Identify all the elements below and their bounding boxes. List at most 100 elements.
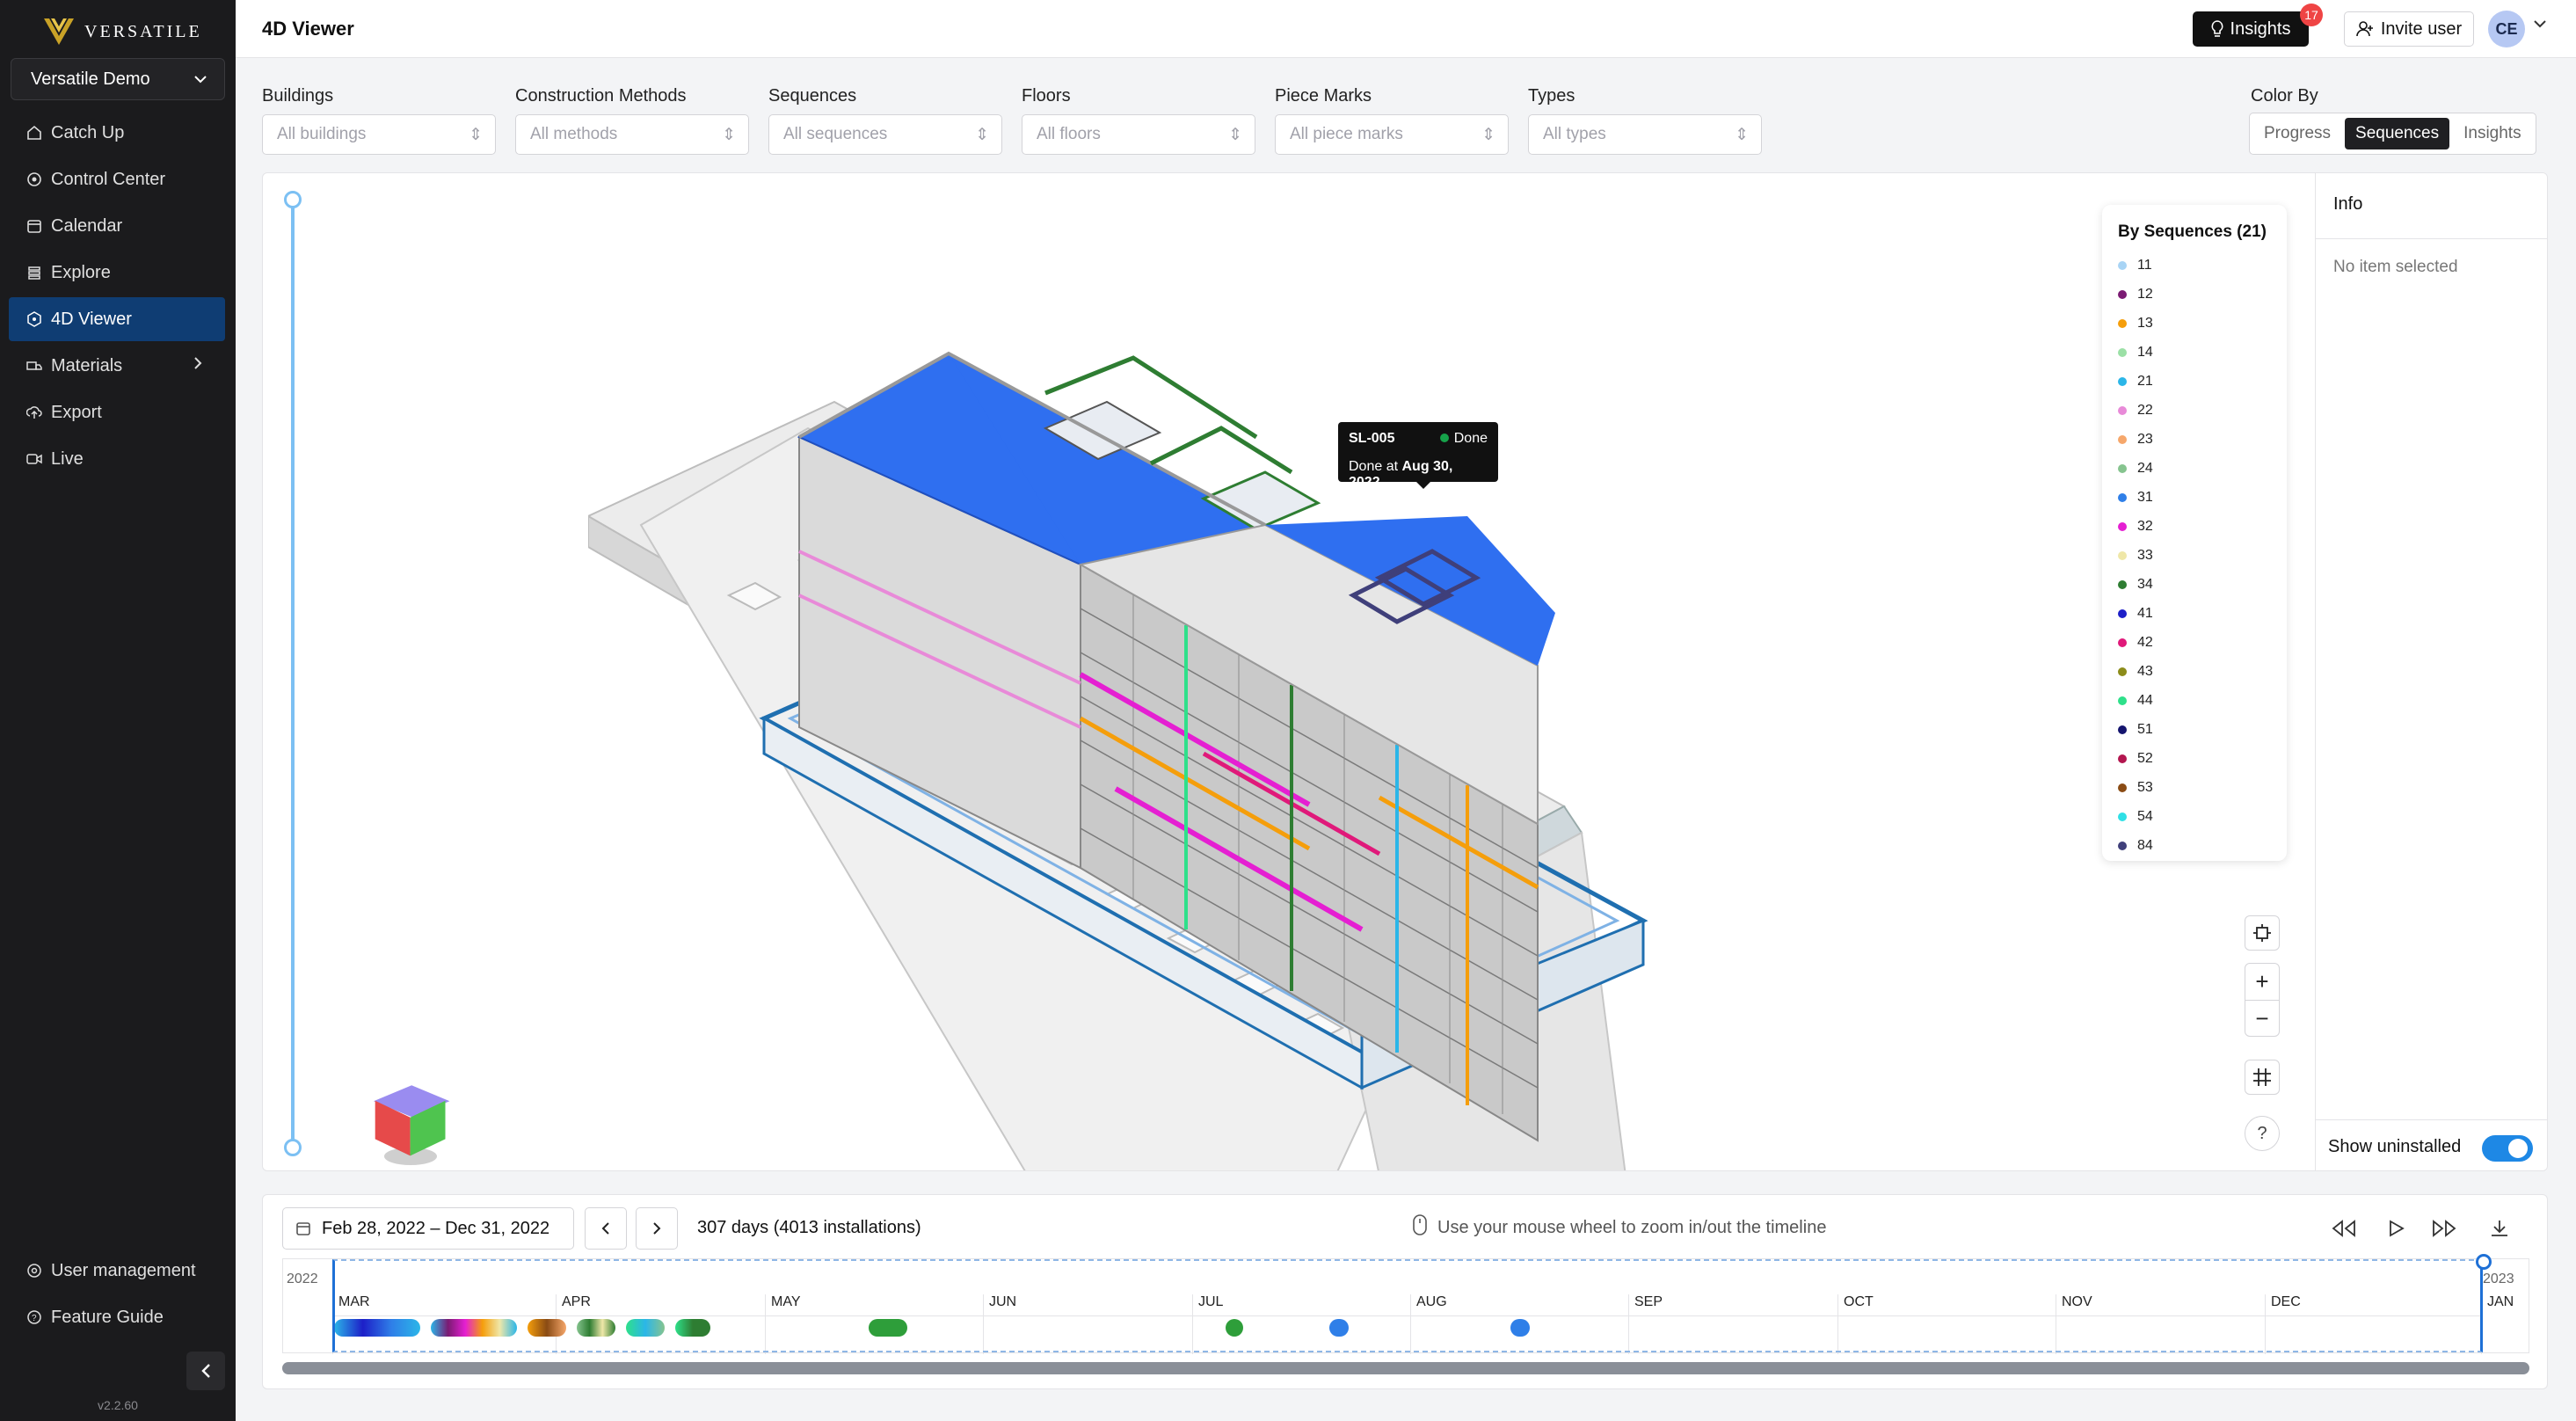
legend-item[interactable]: 51	[2118, 715, 2271, 744]
collapse-sidebar-button[interactable]	[186, 1352, 225, 1390]
legend-label: 33	[2137, 547, 2153, 563]
color-by-progress[interactable]: Progress	[2253, 118, 2341, 149]
zoom-in-button[interactable]: +	[2245, 964, 2279, 1000]
legend-label: 11	[2137, 257, 2152, 273]
toggle-knob	[2508, 1139, 2528, 1158]
invite-label: Invite user	[2380, 18, 2463, 39]
target-icon	[27, 172, 41, 186]
legend-swatch	[2118, 638, 2127, 647]
legend-item[interactable]: 52	[2118, 744, 2271, 773]
next-period-button[interactable]	[636, 1207, 678, 1250]
sidebar-item-materials[interactable]: Materials	[9, 344, 225, 388]
insights-button[interactable]: Insights	[2193, 11, 2309, 47]
previous-period-button[interactable]	[585, 1207, 627, 1250]
building-model[interactable]	[588, 261, 2259, 1171]
legend-label: 43	[2137, 663, 2153, 679]
4d-viewer-canvas[interactable]: SL-005 Done Done at Aug 30, 2022 By Sequ…	[262, 172, 2548, 1171]
rewind-button[interactable]	[2327, 1213, 2359, 1244]
types-select[interactable]: All types ⇕	[1528, 114, 1762, 155]
calendar-icon	[296, 1222, 310, 1235]
sidebar-item-control-center[interactable]: Control Center	[9, 157, 225, 201]
legend-item[interactable]: 12	[2118, 280, 2271, 309]
focus-icon	[2253, 924, 2271, 942]
section-slider-top-handle[interactable]	[284, 191, 302, 208]
help-button[interactable]: ?	[2245, 1116, 2280, 1151]
sequence-legend: By Sequences (21) 11 12 13 14 21 22 23 24 31 32 33…	[2102, 205, 2287, 861]
legend-swatch	[2118, 667, 2127, 676]
legend-item[interactable]: 43	[2118, 657, 2271, 686]
sidebar-item-user-management[interactable]: User management	[9, 1249, 225, 1293]
legend-swatch	[2118, 463, 2127, 473]
legend-item[interactable]: 32	[2118, 512, 2271, 541]
invite-user-button[interactable]: Invite user	[2344, 11, 2474, 47]
avatar[interactable]: CE	[2488, 11, 2525, 47]
legend-item[interactable]: 33	[2118, 541, 2271, 570]
legend-label: 84	[2137, 837, 2153, 853]
legend-item[interactable]: 24	[2118, 454, 2271, 483]
timeline-scrollbar[interactable]	[282, 1362, 2529, 1374]
timeline-track[interactable]: 2022 2023 MAR APR MAY JUN JUL AUG SEP OC…	[282, 1254, 2529, 1354]
sort-arrows-icon: ⇕	[1481, 125, 1495, 144]
download-button[interactable]	[2484, 1213, 2515, 1244]
navigation-cube-icon[interactable]	[368, 1079, 465, 1167]
legend-item[interactable]: 84	[2118, 831, 2271, 860]
fast-forward-button[interactable]	[2429, 1213, 2461, 1244]
app-version: v2.2.60	[98, 1398, 138, 1412]
filter-buildings: Buildings All buildings ⇕	[262, 86, 496, 155]
upload-cloud-icon	[26, 406, 42, 419]
legend-item[interactable]: 53	[2118, 773, 2271, 802]
timeline-playhead-handle[interactable]	[2476, 1254, 2492, 1270]
legend-swatch	[2118, 260, 2127, 270]
sidebar-item-live[interactable]: Live	[9, 437, 225, 481]
sidebar-item-4d-viewer[interactable]: 4D Viewer	[9, 297, 225, 341]
floors-select[interactable]: All floors ⇕	[1022, 114, 1255, 155]
section-grid-button[interactable]	[2245, 1060, 2280, 1095]
sidebar: VERSATILE Versatile Demo Catch Up Contro…	[0, 0, 236, 1421]
brand-logo[interactable]: VERSATILE	[42, 14, 202, 49]
workspace-selector[interactable]: Versatile Demo	[11, 58, 225, 100]
legend-item[interactable]: 13	[2118, 309, 2271, 338]
piece-marks-select[interactable]: All piece marks ⇕	[1275, 114, 1509, 155]
sidebar-item-calendar[interactable]: Calendar	[9, 204, 225, 248]
mouse-icon	[1413, 1214, 1427, 1235]
legend-item[interactable]: 23	[2118, 425, 2271, 454]
legend-item[interactable]: 11	[2118, 251, 2271, 280]
info-empty-text: No item selected	[2333, 258, 2458, 276]
legend-item[interactable]: 54	[2118, 802, 2271, 831]
date-range-picker[interactable]: Feb 28, 2022 – Dec 31, 2022	[282, 1207, 574, 1250]
sequences-select[interactable]: All sequences ⇕	[768, 114, 1002, 155]
legend-item[interactable]: 22	[2118, 396, 2271, 425]
legend-item[interactable]: 21	[2118, 367, 2271, 396]
zoom-out-button[interactable]: −	[2245, 1000, 2279, 1036]
filter-label: Piece Marks	[1275, 86, 1372, 106]
legend-item[interactable]: 41	[2118, 599, 2271, 628]
sidebar-item-explore[interactable]: Explore	[9, 251, 225, 295]
legend-item[interactable]: 42	[2118, 628, 2271, 657]
sidebar-item-catch-up[interactable]: Catch Up	[9, 111, 225, 155]
divider	[2316, 238, 2547, 239]
legend-item[interactable]: 34	[2118, 570, 2271, 599]
timeline-selection-window[interactable]	[332, 1259, 2483, 1352]
show-uninstalled-toggle[interactable]	[2482, 1135, 2533, 1162]
legend-item[interactable]: 31	[2118, 483, 2271, 512]
select-placeholder: All floors	[1037, 125, 1101, 143]
buildings-select[interactable]: All buildings ⇕	[262, 114, 496, 155]
fit-view-button[interactable]	[2245, 915, 2280, 951]
legend-swatch	[2118, 550, 2127, 560]
chevron-right-icon	[194, 357, 202, 369]
add-user-icon	[2356, 21, 2373, 37]
play-button[interactable]	[2380, 1213, 2412, 1244]
legend-label: 24	[2137, 460, 2153, 476]
sidebar-item-feature-guide[interactable]: ? Feature Guide	[9, 1295, 225, 1339]
legend-label: 52	[2137, 750, 2153, 766]
sidebar-item-export[interactable]: Export	[9, 390, 225, 434]
color-by-sequences[interactable]: Sequences	[2345, 118, 2450, 149]
vertical-section-slider[interactable]	[291, 200, 295, 1149]
legend-item[interactable]: 44	[2118, 686, 2271, 715]
methods-select[interactable]: All methods ⇕	[515, 114, 749, 155]
section-slider-bottom-handle[interactable]	[284, 1139, 302, 1156]
chevron-down-icon[interactable]	[2534, 19, 2546, 28]
legend-label: 32	[2137, 518, 2153, 534]
legend-item[interactable]: 14	[2118, 338, 2271, 367]
color-by-insights[interactable]: Insights	[2453, 118, 2531, 149]
